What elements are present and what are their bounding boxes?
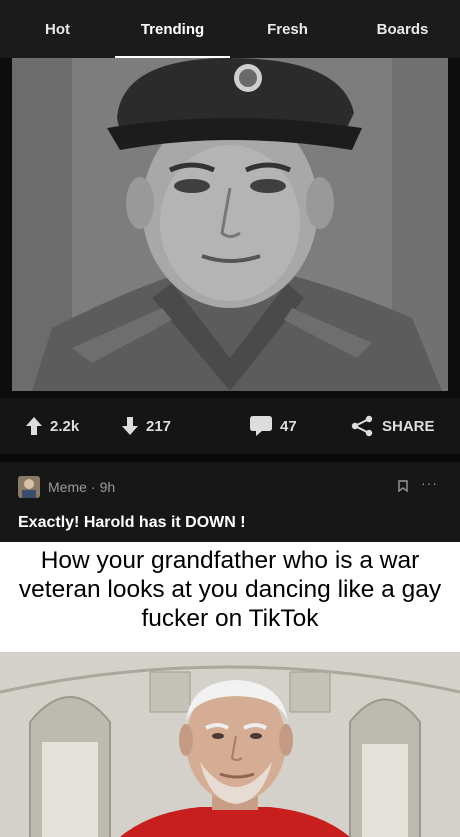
post-age: 9h: [99, 479, 116, 495]
downvote-count: 217: [146, 417, 172, 435]
section-name[interactable]: Meme: [48, 479, 87, 495]
portrait-illustration: [12, 58, 448, 391]
bookmark-icon: [398, 480, 408, 493]
upvote-button[interactable]: 2.2k: [26, 398, 79, 454]
meta-text: Meme · 9h: [48, 479, 115, 495]
bookmark-button[interactable]: [398, 479, 408, 497]
tab-trending[interactable]: Trending: [115, 0, 230, 58]
soldier-portrait-photo: [12, 58, 448, 391]
meta-separator: ·: [90, 479, 96, 495]
comments-button[interactable]: 47: [250, 398, 297, 454]
tab-fresh-label: Fresh: [267, 20, 308, 38]
comment-count: 47: [280, 417, 297, 435]
post-action-bar: 2.2k 217 47 SHARE: [0, 398, 460, 454]
share-button[interactable]: SHARE: [350, 398, 435, 454]
arrow-up-icon: [26, 417, 42, 435]
post-title[interactable]: Exactly! Harold has it DOWN !: [18, 514, 246, 532]
section-avatar[interactable]: [18, 476, 40, 498]
tab-hot-label: Hot: [45, 20, 70, 38]
post-image[interactable]: [0, 58, 460, 398]
tab-hot[interactable]: Hot: [0, 0, 115, 58]
post-meta: Meme · 9h: [18, 476, 115, 498]
comment-bubble-icon: [250, 416, 272, 436]
avatar-image: [18, 476, 40, 498]
arrow-down-icon: [122, 417, 138, 435]
top-tab-bar: Hot Trending Fresh Boards: [0, 0, 460, 58]
tab-boards-label: Boards: [376, 20, 429, 38]
post-separator: [0, 454, 460, 462]
meme-image[interactable]: How your grandfather who is a war vetera…: [0, 542, 460, 837]
downvote-button[interactable]: 217: [122, 398, 171, 454]
harold-illustration: [0, 652, 460, 837]
tab-boards[interactable]: Boards: [345, 0, 460, 58]
meme-caption: How your grandfather who is a war vetera…: [18, 547, 442, 632]
tab-fresh[interactable]: Fresh: [230, 0, 345, 58]
more-options-button[interactable]: ···: [421, 475, 438, 491]
upvote-count: 2.2k: [50, 417, 80, 435]
share-label: SHARE: [382, 417, 435, 435]
harold-photo: [0, 652, 460, 837]
tab-trending-label: Trending: [140, 20, 205, 38]
post-header: Meme · 9h ··· Exactly! Harold has it DOW…: [0, 462, 460, 542]
share-icon: [351, 415, 373, 437]
